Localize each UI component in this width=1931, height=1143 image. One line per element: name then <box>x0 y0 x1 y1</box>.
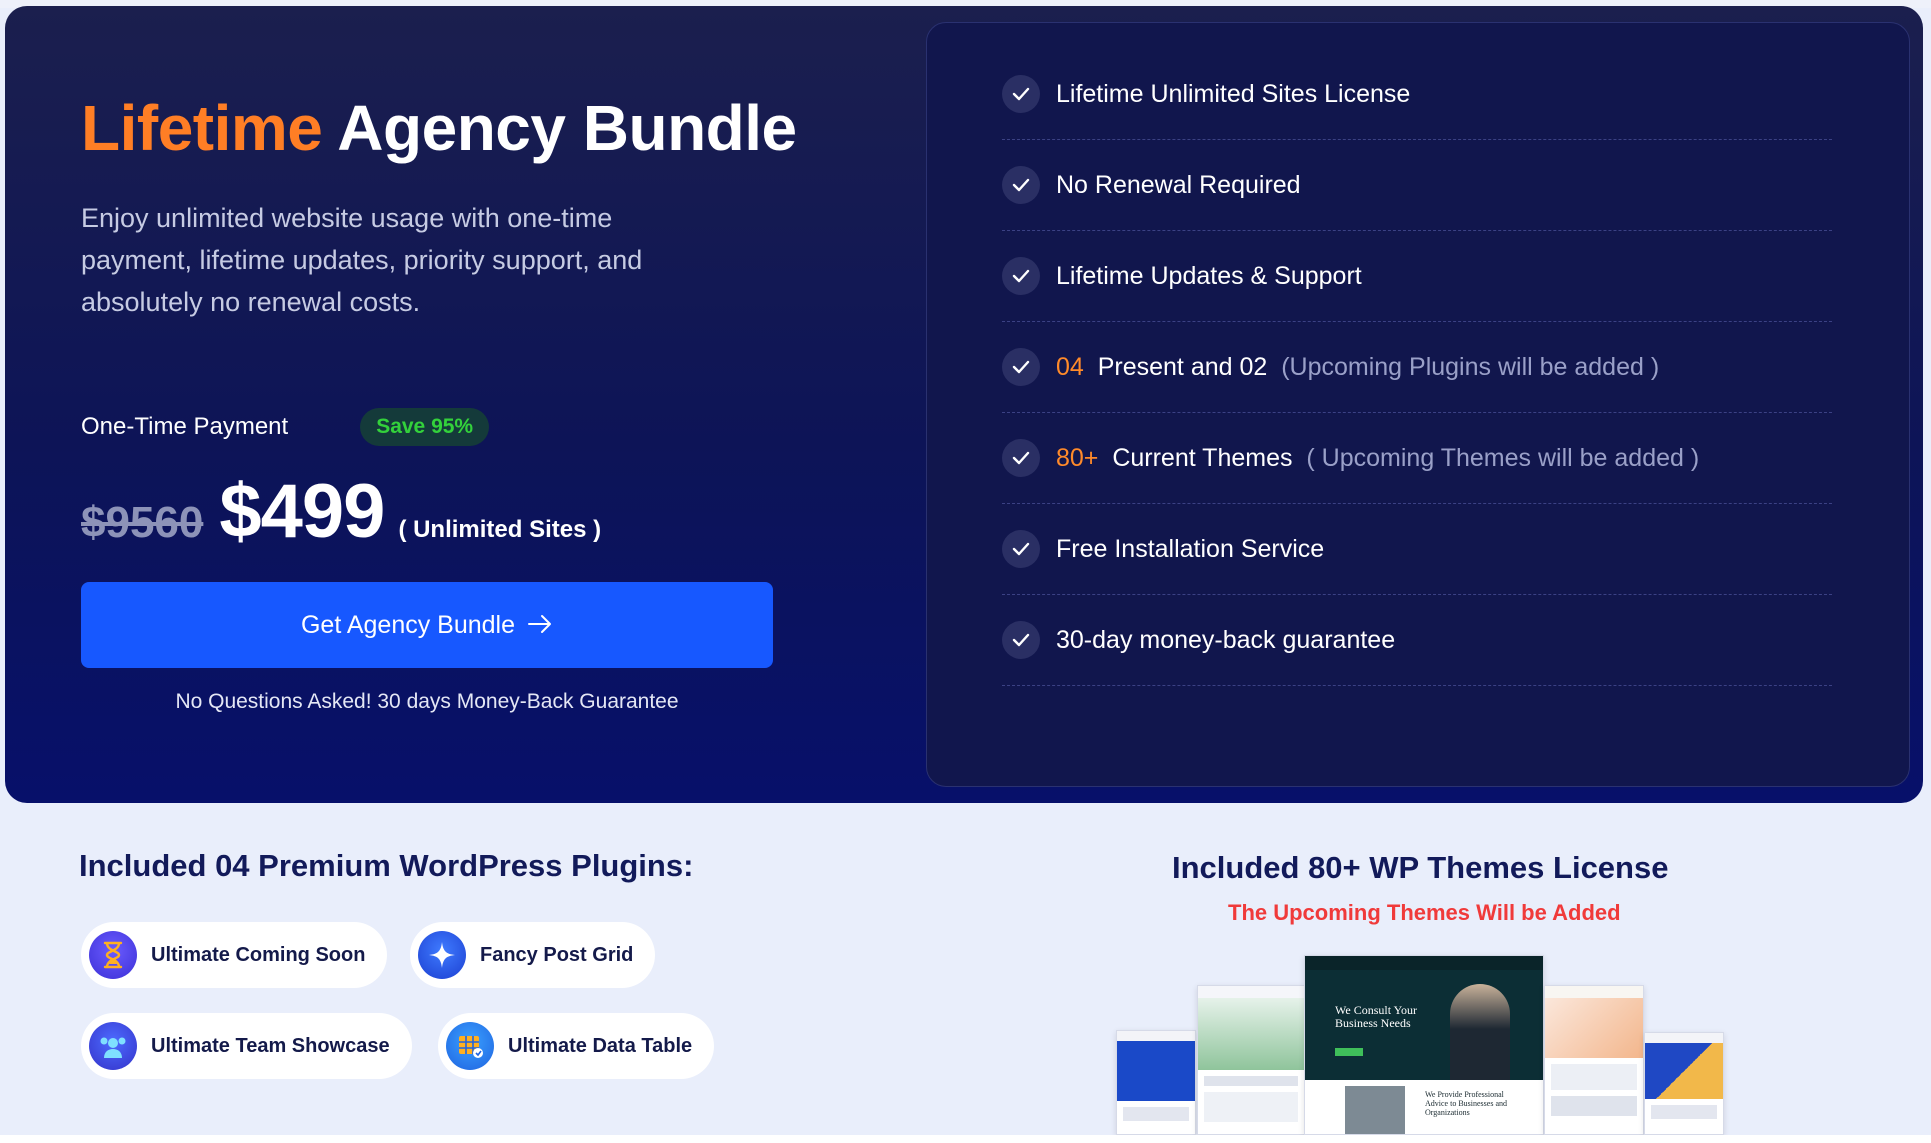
feature-text: Free Installation Service <box>1056 534 1325 563</box>
feature-label: Present and 02 <box>1097 352 1268 381</box>
old-price: $9560 <box>81 498 204 547</box>
feature-item: 30-day money-back guarantee <box>1002 595 1832 686</box>
check-icon <box>1002 348 1040 386</box>
plugins-title: Included 04 Premium WordPress Plugins: <box>79 848 694 883</box>
price-note: ( Unlimited Sites ) <box>398 516 602 543</box>
feature-number: 80+ <box>1056 443 1099 472</box>
feature-item: No Renewal Required <box>1002 140 1832 231</box>
feature-label: Current Themes <box>1112 443 1293 472</box>
check-icon <box>1002 621 1040 659</box>
check-icon <box>1002 166 1040 204</box>
theme-screenshot <box>1197 985 1305 1135</box>
features-card: Lifetime Unlimited Sites License No Rene… <box>926 22 1910 787</box>
feature-text: 30-day money-back guarantee <box>1056 625 1396 654</box>
plugin-label: Fancy Post Grid <box>480 943 634 966</box>
save-badge: Save 95% <box>360 408 490 446</box>
guarantee-note: No Questions Asked! 30 days Money-Back G… <box>175 690 679 713</box>
plugin-label: Ultimate Team Showcase <box>151 1034 390 1057</box>
payment-row: One-Time Payment Save 95% <box>81 408 490 446</box>
theme-screenshot <box>1644 1032 1724 1135</box>
feature-text: Lifetime Unlimited Sites License <box>1056 79 1411 108</box>
hero-description: Enjoy unlimited website usage with one-t… <box>81 202 643 317</box>
arrow-right-icon <box>527 609 553 641</box>
feature-item: 04 Present and 02 (Upcoming Plugins will… <box>1002 322 1832 413</box>
team-icon <box>89 1022 137 1070</box>
feature-text: 04 Present and 02 (Upcoming Plugins will… <box>1056 353 1659 382</box>
feature-number: 04 <box>1056 352 1084 381</box>
theme-preview-subhead: We Provide Professional Advice to Busine… <box>1425 1090 1507 1117</box>
plugin-pill-ultimate-coming-soon[interactable]: Ultimate Coming Soon <box>81 922 388 988</box>
title-highlight: Lifetime <box>81 92 323 164</box>
payment-label: One-Time Payment <box>81 413 289 440</box>
feature-text: 80+ Current Themes ( Upcoming Themes wil… <box>1056 444 1699 473</box>
hourglass-icon <box>89 931 137 979</box>
plugin-label: Ultimate Data Table <box>508 1034 693 1057</box>
hero-left: Lifetime Agency Bundle Enjoy unlimited w… <box>81 90 797 323</box>
plugin-pill-fancy-post-grid[interactable]: Fancy Post Grid <box>410 922 656 988</box>
new-price: $499 <box>219 469 385 554</box>
bundle-hero: Lifetime Agency Bundle Enjoy unlimited w… <box>5 6 1923 803</box>
feature-item: Free Installation Service <box>1002 504 1832 595</box>
table-icon <box>446 1022 494 1070</box>
sparkle-icon <box>418 931 466 979</box>
theme-screenshot <box>1544 985 1644 1135</box>
page-title: Lifetime Agency Bundle <box>81 90 797 167</box>
price-row: $9560 $499 ( Unlimited Sites ) <box>81 468 601 555</box>
feature-text: No Renewal Required <box>1056 170 1301 199</box>
feature-note: (Upcoming Plugins will be added ) <box>1281 352 1660 381</box>
themes-subtitle: The Upcoming Themes Will be Added <box>1228 900 1621 925</box>
feature-note: ( Upcoming Themes will be added ) <box>1306 443 1700 472</box>
cta-label: Get Agency Bundle <box>300 610 516 639</box>
title-rest: Agency Bundle <box>337 92 797 164</box>
theme-preview-headline: We Consult Your Business Needs <box>1335 1003 1418 1030</box>
check-icon <box>1002 75 1040 113</box>
plugin-pill-ultimate-data-table[interactable]: Ultimate Data Table <box>438 1013 715 1079</box>
plugin-pill-ultimate-team-showcase[interactable]: Ultimate Team Showcase <box>81 1013 412 1079</box>
plugin-label: Ultimate Coming Soon <box>151 943 366 966</box>
check-icon <box>1002 439 1040 477</box>
theme-screenshot <box>1116 1030 1196 1135</box>
feature-item: 80+ Current Themes ( Upcoming Themes wil… <box>1002 413 1832 504</box>
theme-screenshot: We Consult Your Business Needs We Provid… <box>1304 955 1544 1135</box>
feature-text: Lifetime Updates & Support <box>1056 261 1362 290</box>
get-agency-bundle-button[interactable]: Get Agency Bundle <box>81 582 773 668</box>
themes-title: Included 80+ WP Themes License <box>1172 850 1669 885</box>
check-icon <box>1002 257 1040 295</box>
check-icon <box>1002 530 1040 568</box>
bottom-edge <box>0 1135 1931 1143</box>
feature-item: Lifetime Updates & Support <box>1002 231 1832 322</box>
feature-item: Lifetime Unlimited Sites License <box>1002 49 1832 140</box>
